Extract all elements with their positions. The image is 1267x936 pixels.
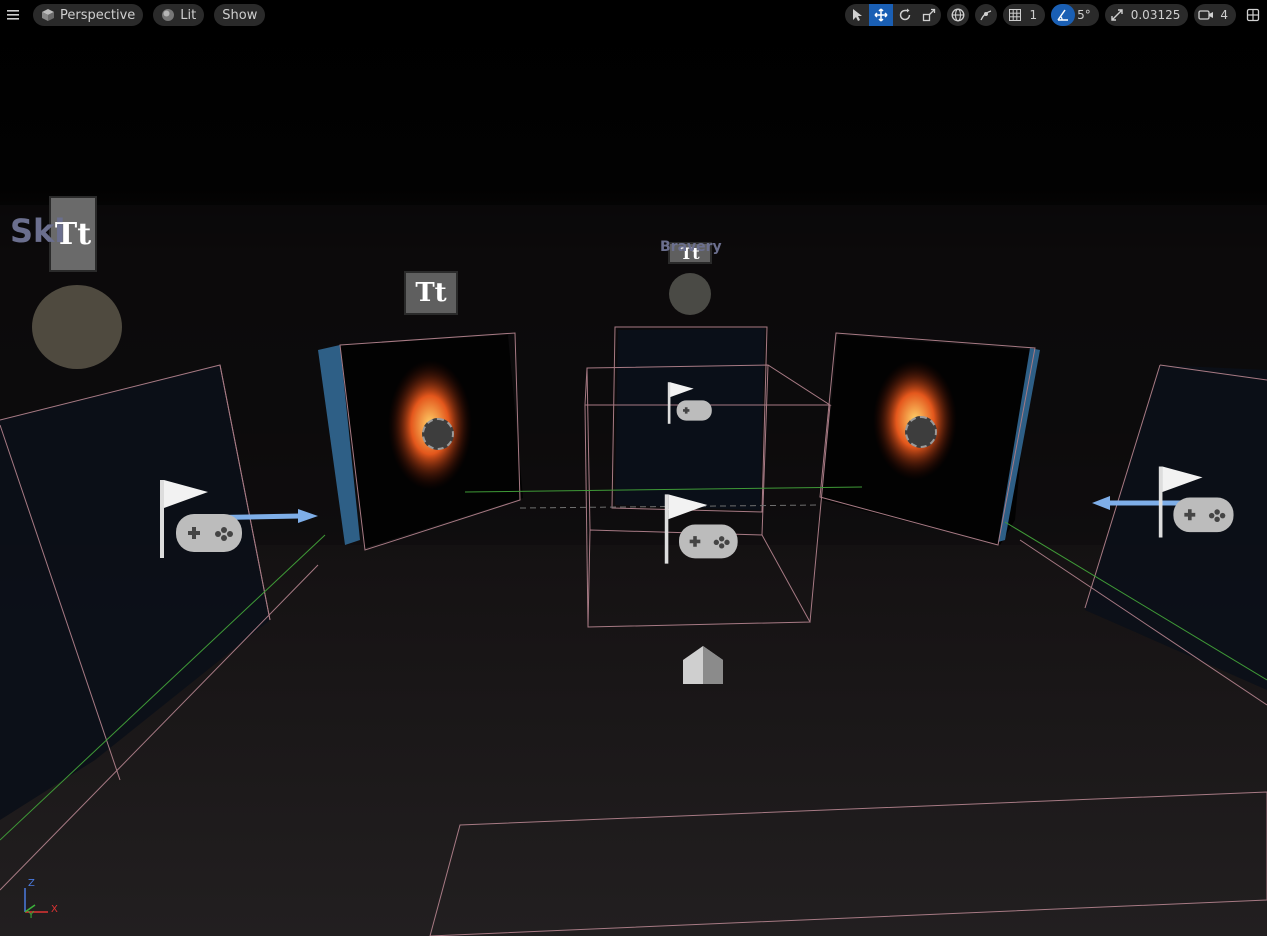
grid-icon [1009,9,1022,21]
rotate-icon [900,8,911,21]
rotate-tool-button[interactable] [893,4,917,26]
rotation-snap-control[interactable]: 5° [1051,4,1099,26]
view-mode-button[interactable]: Perspective [33,4,144,26]
layout-icon [1246,8,1260,22]
world-text-bravery[interactable]: Bravery [660,239,722,255]
text-render-glyph: Tt [415,278,447,308]
camera-speed-control[interactable]: 4 [1194,4,1236,26]
surface-snap-button[interactable] [975,4,998,26]
player-start-icon-right[interactable] [1157,462,1239,542]
sphere-actor-left[interactable] [32,285,122,369]
select-icon [853,9,863,21]
camera-speed-value[interactable]: 4 [1218,8,1236,22]
speaker-icon[interactable] [422,418,454,450]
sphere-actor-center[interactable] [669,273,711,315]
scale-snap-control[interactable]: 0.03125 [1104,4,1189,26]
cube-icon [42,9,54,21]
level-viewport[interactable]: Tt Tt Tt Ski Bravery X Y Z Perspective L… [0,0,1267,936]
surface-snap-icon [980,10,992,21]
camera-icon [1198,10,1214,20]
show-button[interactable]: Show [214,4,266,26]
hamburger-icon [7,10,19,20]
rotation-snap-value[interactable]: 5° [1075,8,1099,22]
lit-sphere-icon [162,9,175,21]
viewport-toolbar-right: 1 5° 0.03125 4 [845,3,1264,27]
view-mode-label: Perspective [60,7,136,23]
scale-snap-value[interactable]: 0.03125 [1129,8,1189,22]
lighting-mode-button[interactable]: Lit [153,4,205,26]
rotation-snap-toggle[interactable] [1051,4,1076,26]
player-start-icon-back[interactable] [667,380,715,426]
camera-speed-toggle[interactable] [1194,4,1218,26]
axis-label-x: X [51,904,58,915]
coordinate-system-button[interactable] [947,4,970,26]
viewport-layout-button[interactable] [1242,4,1264,26]
speaker-icon[interactable] [905,416,937,448]
scale-icon [923,8,936,22]
axis-label-y: Y [28,910,35,921]
grid-snap-control[interactable]: 1 [1003,4,1046,26]
grid-snap-value[interactable]: 1 [1027,8,1045,22]
player-start-icon-left[interactable] [158,478,248,560]
scale-tool-button[interactable] [917,4,941,26]
player-start-icon-center[interactable] [663,490,743,568]
world-text-ski[interactable]: Ski [10,212,65,250]
lighting-mode-label: Lit [180,7,197,23]
scale-snap-toggle[interactable] [1105,4,1129,26]
axis-label-z: Z [28,878,35,889]
scale-snap-icon [1111,9,1123,21]
viewport-menu-button[interactable] [3,4,23,26]
translate-icon [874,8,888,22]
angle-icon [1057,9,1069,21]
select-tool-button[interactable] [845,4,869,26]
show-label: Show [222,7,258,23]
translate-tool-button[interactable] [869,4,894,26]
text-render-icon-mid[interactable]: Tt [404,271,458,315]
scene-canvas[interactable] [0,0,1267,936]
viewport-toolbar-left: Perspective Lit Show [3,3,266,27]
transform-tools [845,4,942,26]
grid-snap-toggle[interactable] [1003,4,1027,26]
globe-icon [952,8,965,22]
